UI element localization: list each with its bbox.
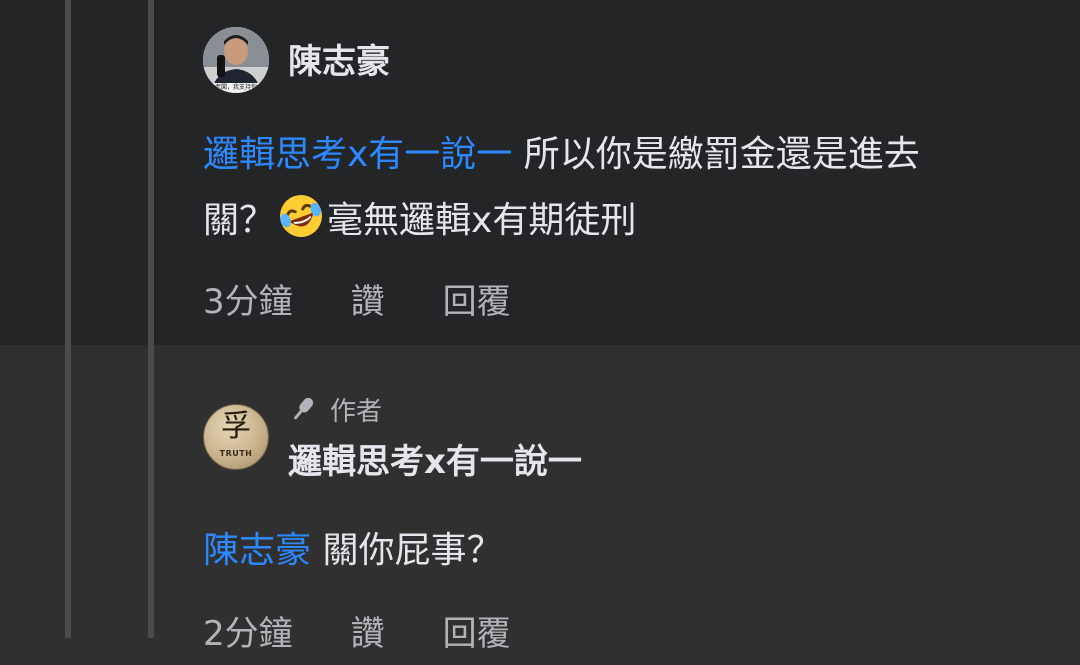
comment-author[interactable]: 陳志豪 bbox=[288, 42, 390, 82]
mention-link[interactable]: 陳志豪 bbox=[203, 530, 311, 571]
laughing-tears-emoji-icon bbox=[280, 195, 323, 237]
comment-timestamp[interactable]: 2分鐘 bbox=[203, 614, 293, 654]
avatar-word: TRUTH bbox=[219, 449, 253, 458]
avatar[interactable]: 孚 TRUTH bbox=[203, 404, 269, 470]
comment-item-highlighted bbox=[0, 345, 1080, 665]
comment-text-line2-pre: 關？ bbox=[203, 200, 276, 241]
comment-text-body: 關你屁事？ bbox=[311, 530, 503, 571]
avatar[interactable]: 老闆，我支持你 bbox=[203, 27, 269, 93]
comment-author[interactable]: 邏輯思考x有一說一 bbox=[288, 442, 582, 482]
comment-text-line1: 所以你是繳罰金還是進去 bbox=[512, 134, 920, 175]
comment-actions: 3分鐘 讚 回覆 bbox=[203, 282, 511, 322]
like-button[interactable]: 讚 bbox=[351, 282, 385, 322]
comment-text-line2-post: 毫無邏輯x有期徒刑 bbox=[327, 200, 637, 241]
thread-line bbox=[148, 0, 154, 638]
microphone-icon bbox=[294, 397, 314, 420]
author-badge-label: 作者 bbox=[330, 396, 383, 427]
avatar-caption: 老闆，我支持你 bbox=[214, 84, 257, 91]
comment-timestamp[interactable]: 3分鐘 bbox=[203, 282, 293, 322]
mention-link[interactable]: 邏輯思考x有一說一 bbox=[203, 134, 512, 175]
comment-thread: 老闆，我支持你 陳志豪 邏輯思考x有一說一 所以你是繳罰金還是進去 關？ 毫無邏… bbox=[0, 0, 1080, 665]
comment-actions: 2分鐘 讚 回覆 bbox=[203, 614, 511, 654]
like-button[interactable]: 讚 bbox=[351, 614, 385, 654]
comment-text: 陳志豪 關你屁事？ bbox=[203, 518, 1073, 584]
avatar-glyph: 孚 bbox=[221, 409, 251, 444]
reply-button[interactable]: 回覆 bbox=[443, 614, 511, 654]
thread-line bbox=[65, 0, 71, 638]
reply-button[interactable]: 回覆 bbox=[443, 282, 511, 322]
comment-text: 邏輯思考x有一說一 所以你是繳罰金還是進去 關？ 毫無邏輯x有期徒刑 bbox=[203, 122, 1073, 254]
author-badge: 作者 bbox=[288, 392, 383, 427]
